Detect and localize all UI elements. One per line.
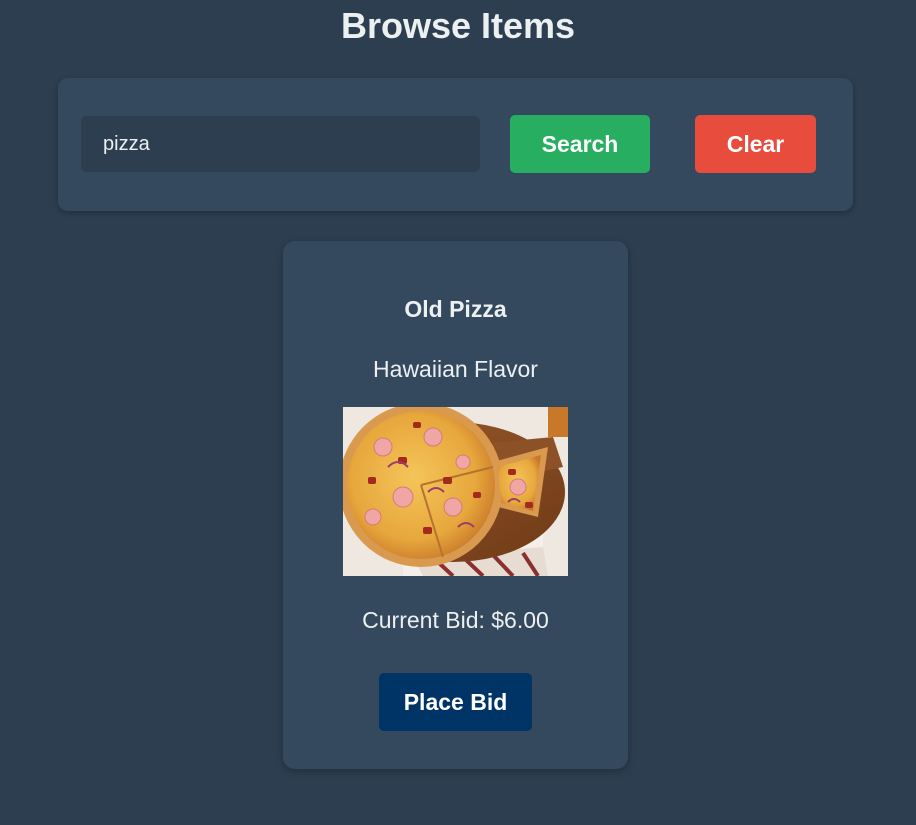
- item-image: [343, 407, 568, 576]
- search-button[interactable]: Search: [510, 115, 650, 173]
- place-bid-button[interactable]: Place Bid: [379, 673, 532, 731]
- page-title: Browse Items: [340, 5, 576, 46]
- item-card: Old Pizza Hawaiian Flavor Current Bid: $…: [283, 241, 628, 769]
- item-name: Old Pizza: [404, 296, 507, 322]
- search-input[interactable]: [81, 116, 480, 172]
- current-bid: Current Bid: $6.00: [362, 607, 549, 633]
- search-panel: Search Clear: [58, 78, 853, 211]
- item-description: Hawaiian Flavor: [373, 356, 538, 382]
- clear-button[interactable]: Clear: [695, 115, 816, 173]
